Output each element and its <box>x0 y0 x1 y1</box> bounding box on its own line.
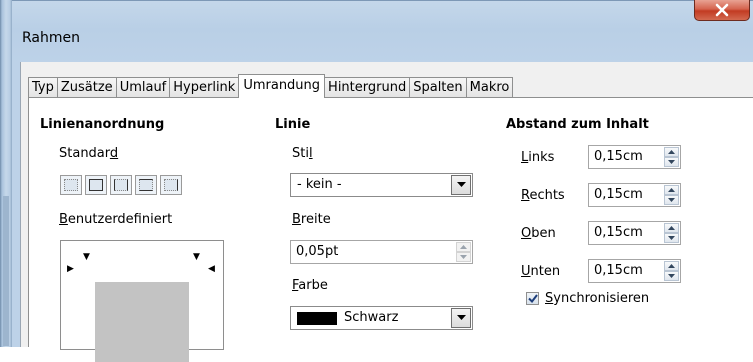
style-select[interactable]: - kein - <box>290 173 473 197</box>
preset-top-bottom-border[interactable] <box>135 175 157 195</box>
tab-typ[interactable]: Typ <box>28 77 58 98</box>
right-increment-button[interactable] <box>664 185 679 195</box>
tab-umlauf[interactable]: Umlauf <box>115 77 171 98</box>
color-select-value: Schwarz <box>344 310 399 325</box>
width-spinbox[interactable]: 0,05pt <box>290 240 473 264</box>
right-label: Rechts <box>521 188 565 203</box>
caret-down-icon <box>460 255 467 259</box>
color-swatch <box>297 312 337 325</box>
width-increment-button[interactable] <box>456 242 471 252</box>
top-spinbox[interactable]: 0,15cm <box>588 221 681 245</box>
title-bar[interactable]: Rahmen <box>12 0 753 62</box>
left-value: 0,15cm <box>594 149 643 164</box>
preset-no-borders[interactable] <box>60 175 82 195</box>
style-select-value: - kein - <box>297 177 342 192</box>
caret-down-icon <box>668 160 675 164</box>
window-title: Rahmen <box>22 30 80 46</box>
left-increment-button[interactable] <box>664 147 679 157</box>
right-spinbox[interactable]: 0,15cm <box>588 183 681 207</box>
left-decrement-button[interactable] <box>664 157 679 167</box>
user-defined-label: Benutzerdefiniert <box>59 212 173 227</box>
top-decrement-button[interactable] <box>664 233 679 243</box>
line-arrangement-heading: Linienanordnung <box>40 117 165 132</box>
tab-umrandung[interactable]: Umrandung <box>238 74 326 98</box>
content-preview-box <box>95 282 189 362</box>
caret-up-icon <box>668 188 675 192</box>
right-decrement-button[interactable] <box>664 195 679 205</box>
close-icon <box>715 3 729 17</box>
bottom-spinbox[interactable]: 0,15cm <box>588 259 681 283</box>
caret-up-icon <box>668 226 675 230</box>
default-label: Standard <box>59 146 119 161</box>
window-border-notch <box>3 196 9 346</box>
tab-bar: Typ Zusätze Umlauf Hyperlink Umrandung H… <box>28 74 514 98</box>
close-button[interactable] <box>694 0 750 21</box>
caret-down-icon <box>668 236 675 240</box>
tab-zusaetze[interactable]: Zusätze <box>56 77 117 98</box>
synchronize-checkbox[interactable] <box>526 292 539 305</box>
caret-down-icon <box>668 198 675 202</box>
corner-arrow-right-left: ▶ <box>67 264 74 274</box>
caret-up-icon <box>668 264 675 268</box>
top-increment-button[interactable] <box>664 223 679 233</box>
default-presets <box>60 175 182 195</box>
corner-arrow-left-right: ◀ <box>208 264 215 274</box>
top-value: 0,15cm <box>594 225 643 240</box>
width-decrement-button[interactable] <box>456 252 471 262</box>
window-left-border <box>0 0 12 347</box>
user-defined-border-preview[interactable]: ▼ ▶ ▼ ◀ <box>60 240 224 362</box>
width-label: Breite <box>292 212 331 227</box>
corner-arrow-down-left: ▼ <box>83 252 90 262</box>
tab-hyperlink[interactable]: Hyperlink <box>169 77 240 98</box>
caret-up-icon <box>460 245 467 249</box>
color-label: Farbe <box>292 278 328 293</box>
color-select[interactable]: Schwarz <box>290 306 473 330</box>
top-label: Oben <box>521 226 556 241</box>
right-value: 0,15cm <box>594 187 643 202</box>
caret-up-icon <box>668 150 675 154</box>
color-dropdown-button[interactable] <box>451 308 471 328</box>
line-heading: Linie <box>275 117 311 132</box>
bottom-decrement-button[interactable] <box>664 271 679 281</box>
tab-makro[interactable]: Makro <box>465 77 514 98</box>
preset-outer-border[interactable] <box>85 175 107 195</box>
left-spinbox[interactable]: 0,15cm <box>588 145 681 169</box>
left-label: Links <box>521 150 555 165</box>
preset-right-border[interactable] <box>160 175 182 195</box>
synchronize-label[interactable]: Synchronisieren <box>545 291 649 306</box>
preset-left-right-border[interactable] <box>110 175 132 195</box>
tab-spalten[interactable]: Spalten <box>409 77 467 98</box>
style-label: Stil <box>292 146 313 161</box>
corner-arrow-down-right: ▼ <box>193 252 200 262</box>
bottom-label: Unten <box>521 264 561 279</box>
chevron-down-icon <box>456 182 466 187</box>
checkmark-icon <box>527 294 538 303</box>
bottom-increment-button[interactable] <box>664 261 679 271</box>
tab-hintergrund[interactable]: Hintergrund <box>324 77 411 98</box>
style-dropdown-button[interactable] <box>451 175 471 195</box>
spacing-heading: Abstand zum Inhalt <box>506 117 649 132</box>
caret-down-icon <box>668 274 675 278</box>
width-value: 0,05pt <box>296 244 339 259</box>
bottom-value: 0,15cm <box>594 263 643 278</box>
chevron-down-icon <box>456 315 466 320</box>
